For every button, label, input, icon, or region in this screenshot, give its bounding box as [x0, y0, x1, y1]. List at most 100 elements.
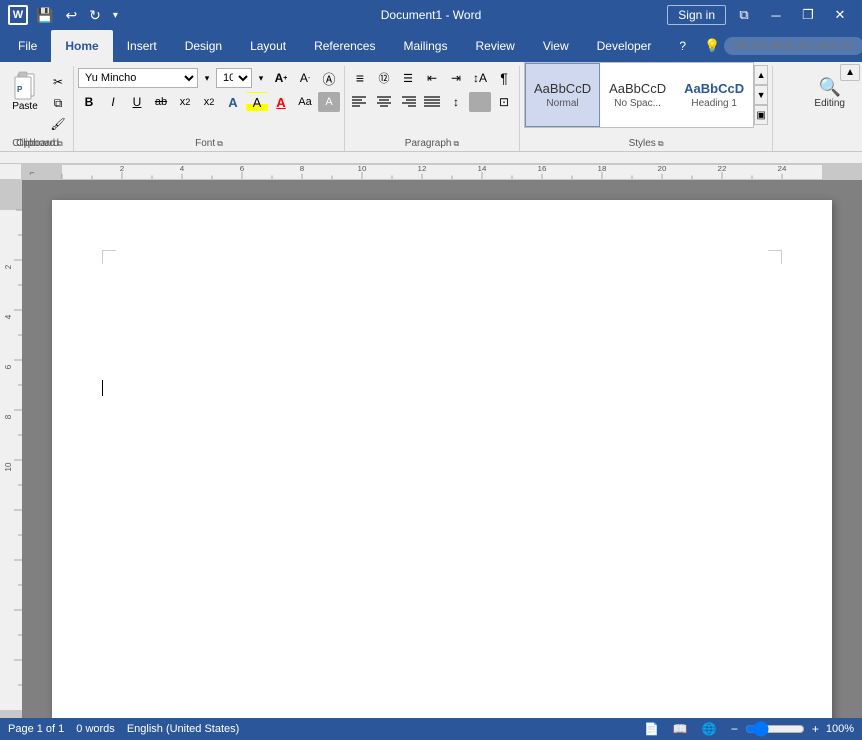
- borders-button[interactable]: ⊡: [493, 92, 515, 112]
- sort-button[interactable]: ↕A: [469, 68, 491, 88]
- svg-text:24: 24: [778, 165, 787, 173]
- shading-button[interactable]: [469, 92, 491, 112]
- ruler-area: 246 81012 141618 202224 ⌐: [0, 164, 862, 180]
- tab-help[interactable]: ?: [665, 30, 700, 62]
- highlight-button[interactable]: A: [246, 92, 268, 112]
- text-cursor: [102, 380, 103, 396]
- cut-button[interactable]: ✂: [47, 72, 69, 92]
- font-name-dropdown-icon[interactable]: ▾: [200, 68, 214, 88]
- svg-text:6: 6: [4, 364, 13, 369]
- bold-button[interactable]: B: [78, 92, 100, 112]
- styles-scroll-down[interactable]: ▼: [754, 85, 768, 105]
- subscript-button[interactable]: x2: [174, 92, 196, 112]
- increase-indent-button[interactable]: ⇥: [445, 68, 467, 88]
- content-area: 2 4 6 8 10: [0, 180, 862, 718]
- style-normal-label: Normal: [546, 98, 578, 109]
- styles-scroll-controls: ▲ ▼ ▣: [754, 63, 768, 127]
- font-expand-icon[interactable]: ⧉: [217, 139, 223, 149]
- redo-button[interactable]: ↻: [85, 5, 105, 26]
- word-icon: W: [8, 5, 28, 25]
- superscript-button[interactable]: x2: [198, 92, 220, 112]
- document-page[interactable]: [52, 200, 832, 718]
- customize-qat-button[interactable]: ▾: [109, 8, 122, 23]
- numbering-button[interactable]: ⑫: [373, 68, 395, 88]
- paragraph-group-label: Paragraph: [405, 138, 452, 149]
- italic-button[interactable]: I: [102, 92, 124, 112]
- tab-layout[interactable]: Layout: [236, 30, 300, 62]
- tab-view[interactable]: View: [529, 30, 583, 62]
- zoom-in-button[interactable]: +: [809, 722, 822, 736]
- clear-format-button[interactable]: Ⓐ: [318, 68, 340, 88]
- sign-in-button[interactable]: Sign in: [667, 5, 726, 25]
- styles-more[interactable]: ▣: [754, 105, 768, 125]
- svg-text:10: 10: [358, 165, 367, 173]
- word-count[interactable]: 0 words: [76, 723, 115, 735]
- svg-text:2: 2: [4, 264, 13, 269]
- style-no-spacing[interactable]: AaBbCcD No Spac...: [600, 63, 675, 127]
- tab-insert[interactable]: Insert: [113, 30, 171, 62]
- web-layout-button[interactable]: 🌐: [699, 722, 720, 736]
- line-spacing-button[interactable]: ↕: [445, 92, 467, 112]
- vertical-ruler-svg: 2 4 6 8 10: [0, 180, 22, 718]
- zoom-out-button[interactable]: −: [728, 722, 741, 736]
- underline-button[interactable]: U: [126, 92, 148, 112]
- font-name-select[interactable]: Yu Mincho: [78, 68, 198, 88]
- styles-expand-icon[interactable]: ⧉: [658, 139, 664, 149]
- read-mode-button[interactable]: 📖: [670, 722, 691, 736]
- tab-developer[interactable]: Developer: [583, 30, 666, 62]
- tab-mailings[interactable]: Mailings: [389, 30, 461, 62]
- tell-me-input[interactable]: [724, 37, 862, 55]
- language[interactable]: English (United States): [127, 723, 240, 735]
- style-normal[interactable]: AaBbCcD Normal: [525, 63, 600, 127]
- decrease-font-size-button[interactable]: A-: [294, 68, 316, 88]
- svg-text:16: 16: [538, 165, 547, 173]
- cut-icon: ✂: [53, 75, 63, 89]
- justify-button[interactable]: [421, 92, 443, 112]
- tab-references[interactable]: References: [300, 30, 389, 62]
- bullets-button[interactable]: ≡: [349, 68, 371, 88]
- status-bar: Page 1 of 1 0 words English (United Stat…: [0, 718, 862, 740]
- tab-file[interactable]: File: [4, 30, 51, 62]
- align-right-button[interactable]: [397, 92, 419, 112]
- strikethrough-button[interactable]: ab: [150, 92, 172, 112]
- close-button[interactable]: ✕: [826, 1, 854, 29]
- ruler-corner[interactable]: [0, 164, 22, 179]
- paste-button[interactable]: P Paste: [6, 68, 44, 115]
- search-editing-icon: 🔍: [819, 77, 841, 98]
- font-size-dropdown-icon[interactable]: ▾: [254, 68, 268, 88]
- increase-font-size-button[interactable]: A+: [270, 68, 292, 88]
- copy-button[interactable]: ⧉: [47, 93, 69, 113]
- layout-button[interactable]: ⧉: [730, 1, 758, 29]
- decrease-indent-button[interactable]: ⇤: [421, 68, 443, 88]
- align-left-button[interactable]: [349, 92, 371, 112]
- styles-group: AaBbCcD Normal AaBbCcD No Spac... AaBbCc…: [520, 66, 773, 151]
- zoom-range[interactable]: [745, 723, 805, 735]
- print-layout-button[interactable]: 📄: [641, 722, 662, 736]
- tab-review[interactable]: Review: [461, 30, 528, 62]
- svg-text:P: P: [17, 85, 23, 94]
- show-marks-button[interactable]: ¶: [493, 68, 515, 88]
- document-area[interactable]: [22, 180, 862, 718]
- text-effects-button[interactable]: A: [222, 92, 244, 112]
- minimize-button[interactable]: ─: [762, 1, 790, 29]
- clipboard-expand-icon[interactable]: ⧉: [57, 139, 63, 149]
- save-button[interactable]: 💾: [32, 5, 57, 26]
- restore-button[interactable]: ❐: [794, 1, 822, 29]
- tab-home[interactable]: Home: [51, 30, 112, 62]
- page-count[interactable]: Page 1 of 1: [8, 723, 64, 735]
- undo-button[interactable]: ↩: [61, 5, 81, 26]
- font-size-select[interactable]: 10.5: [216, 68, 252, 88]
- tab-design[interactable]: Design: [171, 30, 236, 62]
- paragraph-expand-icon[interactable]: ⧉: [453, 139, 459, 149]
- change-case-button[interactable]: Aa: [294, 92, 316, 112]
- collapse-ribbon-button[interactable]: ▲: [840, 64, 860, 81]
- format-painter-button[interactable]: 🖌: [47, 114, 69, 134]
- zoom-slider[interactable]: − + 100%: [728, 722, 854, 736]
- multilevel-list-button[interactable]: ☰: [397, 68, 419, 88]
- char-shading-button[interactable]: A: [318, 92, 340, 112]
- align-center-button[interactable]: [373, 92, 395, 112]
- font-group: Yu Mincho ▾ 10.5 ▾ A+ A- Ⓐ B I U: [74, 66, 345, 151]
- styles-scroll-up[interactable]: ▲: [754, 65, 768, 85]
- font-color-button[interactable]: A: [270, 92, 292, 112]
- style-heading1[interactable]: AaBbCcD Heading 1: [675, 63, 753, 127]
